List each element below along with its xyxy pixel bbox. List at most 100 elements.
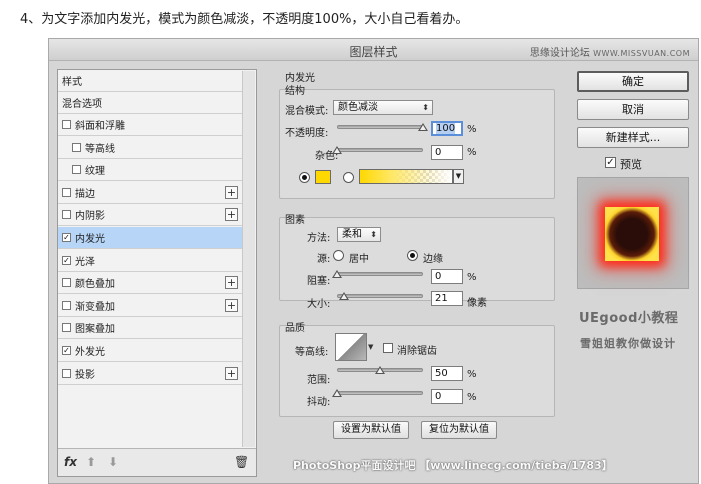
style-item[interactable]: 纹理 <box>58 159 242 182</box>
opacity-input[interactable]: 100 <box>431 121 463 136</box>
gradient-radio[interactable] <box>343 172 354 183</box>
style-item-checkbox[interactable]: ✓ <box>62 233 71 242</box>
style-item[interactable]: 描边 + <box>58 182 242 204</box>
gradient-dropdown-icon[interactable]: ▼ <box>453 169 464 184</box>
style-item-checkbox[interactable] <box>62 278 71 288</box>
up-arrow-icon[interactable]: ⬆ <box>86 455 96 469</box>
source-center-radio[interactable] <box>333 250 344 261</box>
styles-header[interactable]: 样式 <box>58 70 242 92</box>
blend-mode-select[interactable]: 颜色减淡 ⬍ <box>333 100 433 115</box>
dialog-titlebar[interactable]: 图层样式 思缘设计论坛 WWW.MISSVUAN.COM <box>49 39 698 61</box>
style-item[interactable]: 颜色叠加 + <box>58 272 242 295</box>
contour-label: 等高线: <box>295 347 329 358</box>
forum-watermark: PhotoShop平面设计吧 【www.linecg.com/tieba/178… <box>293 459 613 472</box>
size-slider-knob[interactable] <box>338 292 349 300</box>
source-edge-radio[interactable] <box>407 250 418 261</box>
style-item-checkbox[interactable] <box>62 368 71 378</box>
style-item-checkbox[interactable] <box>62 210 71 220</box>
method-select[interactable]: 柔和 ⬍ <box>337 227 381 242</box>
cancel-button[interactable]: 取消 <box>577 99 689 120</box>
opacity-unit: % <box>467 124 477 135</box>
style-item[interactable]: 渐变叠加 + <box>58 295 242 317</box>
add-style-plus-icon[interactable]: + <box>225 298 238 312</box>
add-style-plus-icon[interactable]: + <box>225 185 238 199</box>
styles-list-footer: fx ⬆ ⬇ 🗑 <box>58 448 256 476</box>
glow-color-swatch[interactable] <box>315 170 331 184</box>
preview-checkbox[interactable]: ✓ <box>605 157 616 168</box>
style-item[interactable]: ✓ 光泽 <box>58 250 242 272</box>
style-item[interactable]: 内阴影 + <box>58 204 242 227</box>
choke-slider[interactable] <box>337 272 423 276</box>
size-slider[interactable] <box>337 294 423 298</box>
style-item-checkbox[interactable] <box>62 187 71 197</box>
range-value: 50 <box>435 368 448 379</box>
site-name: 思缘设计论坛 <box>529 48 590 59</box>
choke-label: 阻塞: <box>307 276 331 287</box>
choke-value: 0 <box>435 271 442 282</box>
fx-icon[interactable]: fx <box>64 455 77 469</box>
choke-slider-knob[interactable] <box>332 270 342 278</box>
source-center-label: 居中 <box>349 254 369 265</box>
style-item-checkbox[interactable]: ✓ <box>62 255 71 265</box>
jitter-input[interactable]: 0 <box>431 389 463 404</box>
source-edge-label: 边缘 <box>423 254 443 265</box>
style-item-checkbox[interactable] <box>62 120 71 129</box>
range-unit: % <box>467 369 477 380</box>
antialias-label: 消除锯齿 <box>397 346 437 357</box>
style-item-checkbox[interactable] <box>72 165 81 175</box>
make-default-button[interactable]: 设置为默认值 <box>333 421 409 439</box>
layer-style-dialog: 图层样式 思缘设计论坛 WWW.MISSVUAN.COM 样式 混合选项 斜面和… <box>48 38 699 484</box>
ok-button[interactable]: 确定 <box>577 71 689 92</box>
noise-input[interactable]: 0 <box>431 145 463 160</box>
style-item-label: 描边 <box>75 188 95 200</box>
add-style-plus-icon[interactable]: + <box>225 366 238 380</box>
jitter-slider[interactable] <box>337 391 423 395</box>
style-item-label: 颜色叠加 <box>75 279 115 291</box>
reset-default-button[interactable]: 复位为默认值 <box>421 421 497 439</box>
new-style-button[interactable]: 新建样式... <box>577 127 689 148</box>
choke-input[interactable]: 0 <box>431 269 463 284</box>
style-item-checkbox[interactable] <box>62 300 71 310</box>
jitter-slider-knob[interactable] <box>332 389 342 397</box>
range-slider-knob[interactable] <box>375 366 385 374</box>
jitter-value: 0 <box>435 391 442 402</box>
blend-options-item[interactable]: 混合选项 <box>58 92 242 114</box>
style-item[interactable]: ✓ 外发光 <box>58 340 242 362</box>
style-item[interactable]: 图案叠加 <box>58 317 242 340</box>
opacity-slider-knob[interactable] <box>418 123 428 131</box>
style-item-label: 图案叠加 <box>75 324 115 336</box>
style-item[interactable]: 斜面和浮雕 <box>58 114 242 136</box>
range-input[interactable]: 50 <box>431 366 463 381</box>
glow-gradient-picker[interactable] <box>359 169 453 184</box>
solid-color-radio[interactable] <box>299 172 310 183</box>
add-style-plus-icon[interactable]: + <box>225 276 238 290</box>
noise-slider-knob[interactable] <box>332 146 342 154</box>
opacity-slider[interactable] <box>337 125 423 129</box>
size-input[interactable]: 21 <box>431 291 463 306</box>
style-item-label: 内发光 <box>75 234 105 245</box>
style-item[interactable]: 投影 + <box>58 363 242 385</box>
noise-slider[interactable] <box>337 148 423 152</box>
preview-label: 预览 <box>620 158 642 171</box>
style-item-checkbox[interactable] <box>62 323 71 333</box>
contour-picker[interactable] <box>335 333 367 361</box>
style-item-checkbox[interactable] <box>72 142 81 152</box>
trash-icon[interactable]: 🗑 <box>234 455 249 469</box>
noise-unit: % <box>467 147 477 158</box>
blend-mode-label: 混合模式: <box>285 106 329 117</box>
blend-options-label: 混合选项 <box>62 99 102 110</box>
style-item[interactable]: ✓ 内发光 <box>58 227 242 249</box>
style-item-checkbox[interactable]: ✓ <box>62 346 71 355</box>
style-item-label: 光泽 <box>75 256 95 268</box>
brand-subtitle: 雪姐姐教你做设计 <box>580 337 676 350</box>
styles-scrollbar[interactable] <box>242 71 255 447</box>
style-item-label: 纹理 <box>85 166 105 178</box>
add-style-plus-icon[interactable]: + <box>225 208 238 222</box>
style-item[interactable]: 等高线 <box>58 137 242 159</box>
contour-dropdown-icon[interactable]: ▼ <box>368 333 376 361</box>
antialias-checkbox[interactable] <box>383 343 393 353</box>
method-label: 方法: <box>307 233 331 244</box>
size-label: 大小: <box>307 299 331 310</box>
down-arrow-icon[interactable]: ⬇ <box>108 455 118 469</box>
choke-unit: % <box>467 272 477 283</box>
